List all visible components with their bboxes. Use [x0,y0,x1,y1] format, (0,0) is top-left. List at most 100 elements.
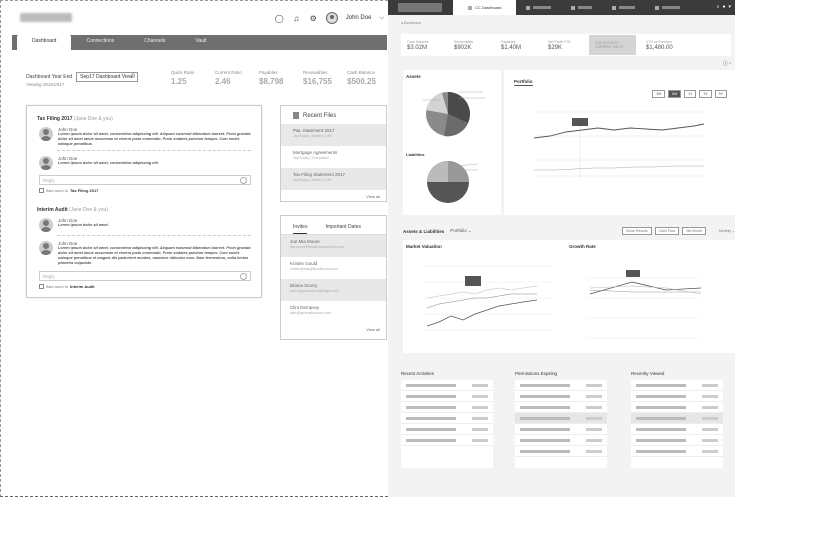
list-item[interactable] [401,402,493,413]
tab-dashboard[interactable]: Dashboard [17,35,72,50]
nav-item[interactable] [516,0,561,15]
recent-activities-list: Recent Activities [401,368,493,468]
also-send-checkbox[interactable]: Also send to Interim Audit [39,284,261,289]
thread-meta: (Jane Doe & you) [73,116,113,122]
bookmark-icon[interactable]: ⌷ [132,74,136,81]
tab-important-dates[interactable]: Important Dates [325,224,361,234]
list-item[interactable] [515,380,607,391]
user-icon[interactable]: ● [722,4,725,10]
toggle-net-worth[interactable]: Net Worth [682,227,706,235]
list-item[interactable]: Tax Filing Statement 2017 Jay Bucky | Add… [281,168,386,190]
chevron-down-icon[interactable]: ▾ [728,4,731,10]
search-icon[interactable]: ⌕ [717,4,720,10]
toggle-show-results[interactable]: Show Results [622,227,652,235]
divider [57,235,251,236]
list-item[interactable] [515,402,607,413]
tab-vault[interactable]: Vault [180,35,221,50]
list-item[interactable] [515,391,607,402]
recently-viewed-list: Recently Viewed [631,368,723,468]
nav-label-placeholder [578,6,593,9]
list-item[interactable] [515,446,607,457]
also-send-checkbox[interactable]: Also send to Tax Filing 2017 [39,188,261,193]
toggle-cash-flow[interactable]: Cash Flow [654,227,680,235]
contact-name: Joe Mia Moore [290,239,320,244]
list-item[interactable] [515,413,607,424]
list-item[interactable] [401,424,493,435]
list-item[interactable] [515,424,607,435]
avatar[interactable] [325,12,338,24]
reply-input[interactable]: Reply [39,175,251,185]
time-dropdown[interactable]: Monthly ⌄ [719,229,735,233]
list-item[interactable] [401,391,493,402]
kpi-label: QUICK RATIO / CURRENT RATIO [595,40,624,49]
tab-invites[interactable]: Invites [293,224,308,234]
list-item[interactable] [631,380,723,391]
nav-item[interactable] [602,0,645,15]
list-item[interactable]: Joe Mia Moore joe.moore@relatedaccounting… [281,235,386,257]
series-line [426,293,537,309]
tab-channels[interactable]: Channels [129,35,180,50]
portfolio-card: Portfolio 3M 6M 1Y 3Y 5Y [504,70,735,215]
assets-liabilities-header: Assets & Liabilities Portfolio ⌄ Show Re… [403,227,735,235]
stat-label: Quick Ratio [171,70,195,75]
nav-item[interactable] [645,0,690,15]
reply-input[interactable]: Reply [39,271,251,281]
list-item[interactable] [631,413,723,424]
list-item[interactable] [401,380,493,391]
contact-name: Kristen Gould [290,261,318,266]
nav-icon [655,5,660,10]
period-value: Sep17 Dashboard View [80,74,133,80]
checkbox[interactable] [39,188,44,193]
chart-controls: Show Results Cash Flow Net Worth Monthly… [622,227,735,235]
thread-meta: (Jane Doe & you) [69,207,108,213]
period-select[interactable]: Sep17 Dashboard View ⌷ [76,72,139,82]
kpi-ratio[interactable]: QUICK RATIO / CURRENT RATIO [589,35,636,55]
contact-email: joe.moore@relatedaccounting.com [290,245,345,249]
list-item[interactable]: Clint Dempsey clint@generationcore.com [281,301,386,323]
list-item[interactable] [631,424,723,435]
kpi-strip: Cash Balance $3.02M Receivables $902K Paya… [401,34,731,56]
nav-item[interactable] [561,0,602,15]
emoji-icon[interactable] [240,273,247,280]
stat-payables: Payables $8,798 [259,70,303,86]
portfolio-dropdown[interactable]: Portfolio ⌄ [450,228,472,234]
also-send-target: Tax Filing 2017 [70,188,99,193]
list-item[interactable]: Mortgage Agreements Jay Bucky | Consultan… [281,146,386,168]
list-item[interactable]: Kristen Gould kristen@integrityoutbound.c… [281,257,386,279]
avatar [39,127,53,141]
tab-connections[interactable]: Connections [71,35,129,50]
tooltip [626,270,640,277]
dashboard-icon [468,5,472,10]
list-item[interactable] [631,402,723,413]
emoji-icon[interactable] [240,177,247,184]
list-item[interactable] [515,435,607,446]
series-line [534,165,704,171]
list-item[interactable]: P&L Statement 2017 Jay Bucky | Added | 2.… [281,124,386,146]
app-logo [20,13,72,22]
user-name[interactable]: John Doe [346,15,372,21]
thread-title: Tax Filing 2017 (Jane Doe & you) [37,116,261,122]
kpi-value: $1,480.00 [646,44,673,51]
list-item[interactable] [401,413,493,424]
tab-cc-dashboard[interactable]: CC Dashboard [453,0,517,15]
list-item[interactable] [631,435,723,446]
nav-label-placeholder [533,6,552,9]
bell-icon[interactable]: ♫ [292,14,301,23]
chat-icon[interactable]: ◯ [275,14,284,23]
list-item[interactable] [631,446,723,457]
gear-icon[interactable]: ⚙ [309,14,318,23]
list-item[interactable] [631,391,723,402]
list-item[interactable]: Briana Scurry scurry@pesudotrustledger.co… [281,279,386,301]
chevron-down-icon[interactable]: ⌵ [379,15,384,22]
view-all-link[interactable]: View all [281,190,386,199]
nav-icon [612,5,617,10]
recent-files-panel: Recent Files P&L Statement 2017 Jay Bucky… [280,105,387,202]
thread-title: Interim Audit (Jane Doe & you) [37,207,261,213]
checkbox[interactable] [39,284,44,289]
view-all-link[interactable]: View all [281,323,386,332]
list-item[interactable] [401,435,493,446]
kpi-label: YTD vs Previous [646,39,673,44]
mockup-dashboard: CC Dashboard ⌕ ● ▾ ◂ Dashboard Cash Balanc… [388,0,735,497]
info-icon[interactable]: ⓘ ▫ [723,60,731,67]
breadcrumb[interactable]: ◂ Dashboard [401,21,735,25]
